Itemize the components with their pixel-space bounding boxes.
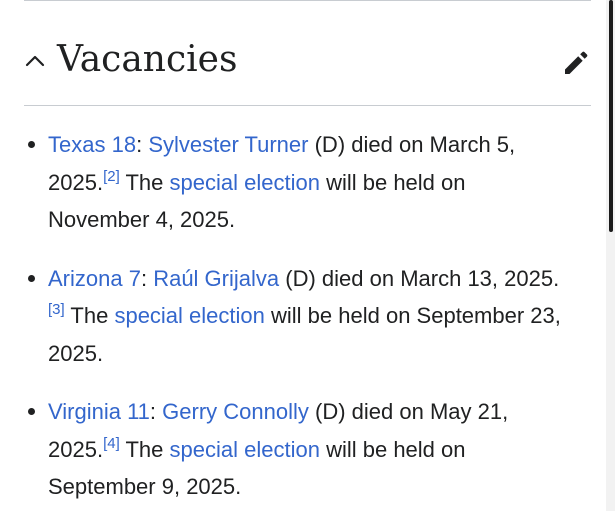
heading-divider — [24, 105, 591, 106]
the-text: The — [125, 169, 164, 195]
district-link[interactable]: Texas 18 — [48, 132, 136, 157]
pencil-icon[interactable] — [561, 48, 591, 78]
citation: [3] — [48, 301, 65, 318]
citation-link[interactable]: [3] — [48, 301, 65, 318]
bullet-icon — [28, 408, 35, 415]
page-scrollbar[interactable] — [606, 0, 615, 511]
special-election-link[interactable]: special election — [170, 170, 320, 195]
list-item: Texas 18: Sylvester Turner (D) died on M… — [24, 126, 564, 239]
chevron-up-icon[interactable] — [24, 50, 46, 72]
the-text: The — [125, 436, 164, 462]
list-item: Virginia 11: Gerry Connolly (D) died on … — [24, 393, 564, 506]
district-link[interactable]: Virginia 11 — [48, 399, 150, 424]
separator: : — [149, 399, 157, 424]
separator: : — [140, 265, 148, 291]
separator: : — [136, 132, 143, 157]
district-link[interactable]: Arizona 7 — [48, 266, 141, 291]
special-election-link[interactable]: special election — [114, 303, 264, 328]
bullet-icon — [28, 274, 35, 282]
section-heading: Vacancies — [24, 30, 591, 94]
the-text: The — [70, 303, 109, 328]
scrollbar-thumb[interactable] — [609, 0, 613, 232]
citation-link[interactable]: [4] — [103, 435, 120, 452]
section-title: Vacancies — [57, 39, 238, 80]
member-link[interactable]: Raúl Grijalva — [153, 266, 279, 291]
bullet-icon — [28, 141, 35, 148]
list-item: Arizona 7: Raúl Grijalva (D) died on Mar… — [24, 260, 564, 373]
member-link[interactable]: Gerry Connolly — [162, 399, 309, 424]
top-divider — [24, 0, 591, 1]
special-election-link[interactable]: special election — [170, 437, 320, 462]
vacancies-list: Texas 18: Sylvester Turner (D) died on M… — [24, 126, 564, 511]
death-text: (D) died on March 13, 2025. — [285, 265, 560, 291]
citation-link[interactable]: [2] — [103, 168, 120, 185]
member-link[interactable]: Sylvester Turner — [148, 132, 308, 157]
citation: [4] — [103, 435, 120, 452]
citation: [2] — [103, 168, 120, 185]
